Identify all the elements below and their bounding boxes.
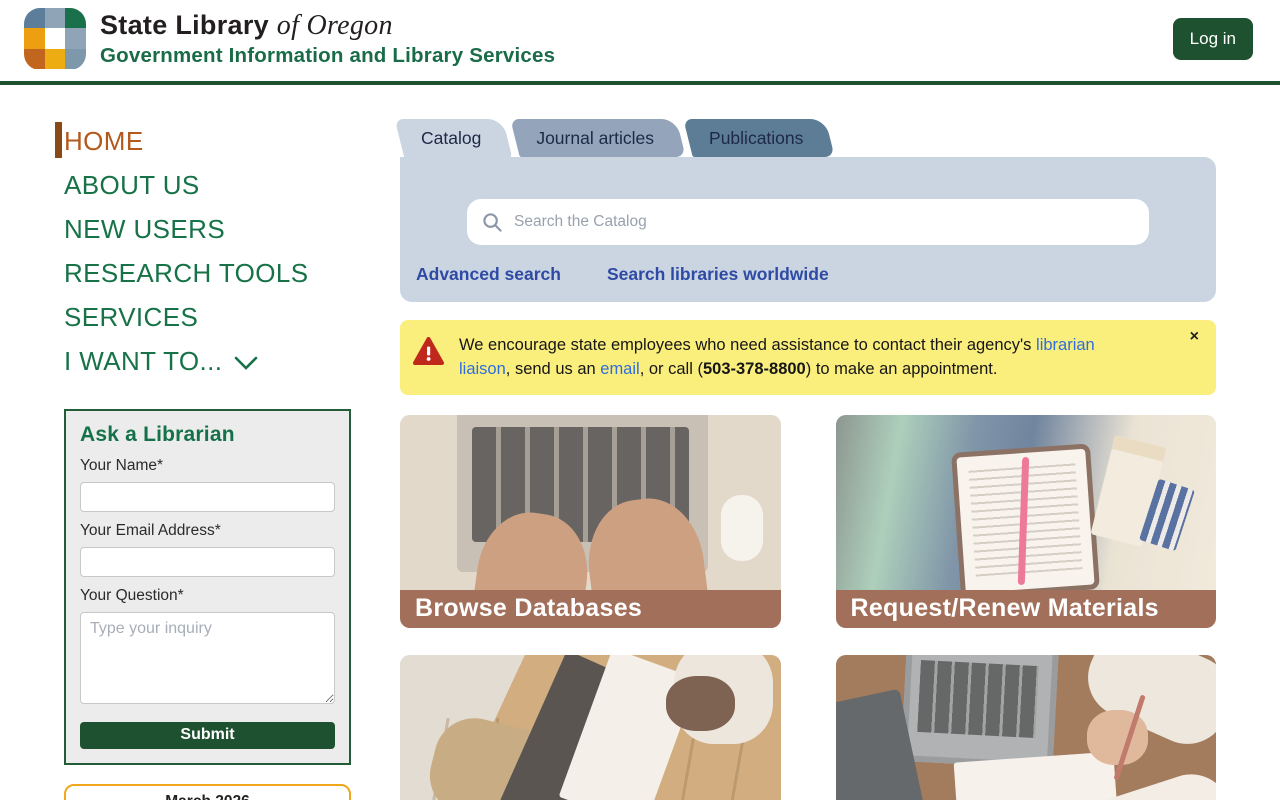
main-content: Catalog Journal articles Publications Ad… [400, 119, 1216, 800]
login-button[interactable]: Log in [1172, 17, 1253, 60]
alert-banner: We encourage state employees who need as… [400, 320, 1216, 395]
email-label: Your Email Address* [80, 522, 221, 539]
tab-journal-articles[interactable]: Journal articles [515, 119, 681, 157]
state-library-logo-icon [24, 7, 86, 70]
email-link[interactable]: email [600, 360, 639, 378]
calendar-header: « March 2026 » [66, 786, 349, 800]
quick-link-cards: Browse Databases Request/Renew Materials [400, 414, 1216, 800]
sidebar: HOME ABOUT US NEW USERS RESEARCH TOOLS S… [55, 119, 351, 800]
search-panel: Advanced search Search libraries worldwi… [400, 157, 1216, 302]
calendar-next-icon[interactable]: » [327, 794, 335, 800]
search-tabs: Catalog Journal articles Publications [400, 119, 1216, 157]
nav-item-home[interactable]: HOME [55, 119, 351, 163]
advanced-search-link[interactable]: Advanced search [416, 264, 561, 285]
name-field[interactable] [80, 482, 335, 512]
logo-subtitle: Government Information and Library Servi… [100, 43, 556, 67]
calendar-month-label: March 2026 [165, 793, 249, 800]
phone-number: 503-378-8800 [702, 360, 806, 379]
search-box [467, 199, 1149, 245]
card-caption: Browse Databases [400, 589, 781, 628]
nav-item-about-us[interactable]: ABOUT US [64, 163, 351, 207]
card-caption: Request/Renew Materials [835, 589, 1216, 628]
logo-text: State Library of Oregon Government Infor… [100, 10, 555, 68]
email-field[interactable] [80, 547, 335, 577]
logo-title: State Library of Oregon [100, 9, 393, 41]
search-input[interactable] [514, 213, 1134, 231]
search-icon [483, 212, 502, 232]
tab-publications[interactable]: Publications [688, 119, 830, 157]
card-photo-4[interactable] [835, 654, 1216, 800]
nav-item-i-want-to[interactable]: I WANT TO... [64, 339, 351, 383]
close-icon[interactable]: × [1190, 329, 1199, 345]
tab-catalog[interactable]: Catalog [400, 119, 508, 157]
search-worldwide-link[interactable]: Search libraries worldwide [607, 264, 829, 285]
alert-text: We encourage state employees who need as… [459, 336, 1095, 379]
ask-form-title: Ask a Librarian [80, 423, 235, 446]
card-photo-3[interactable] [400, 654, 781, 800]
nav-item-research-tools[interactable]: RESEARCH TOOLS [64, 251, 351, 295]
warning-icon [413, 337, 444, 365]
nav-item-services[interactable]: SERVICES [64, 295, 351, 339]
search-links: Advanced search Search libraries worldwi… [416, 264, 829, 285]
card-request-renew-materials[interactable]: Request/Renew Materials [835, 414, 1216, 628]
site-logo: State Library of Oregon Government Infor… [24, 7, 555, 70]
desk-meeting-photo [835, 654, 1216, 800]
nav-item-new-users[interactable]: NEW USERS [64, 207, 351, 251]
question-label: Your Question* [80, 587, 184, 604]
events-calendar: « March 2026 » M T W T F 2 [64, 784, 351, 800]
submit-button[interactable]: Submit [80, 722, 335, 749]
site-header: State Library of Oregon Government Infor… [0, 0, 1280, 85]
name-label: Your Name* [80, 457, 164, 474]
calendar-prev-icon[interactable]: « [80, 794, 88, 800]
chevron-down-icon [235, 356, 258, 370]
ask-a-librarian-form: Ask a Librarian Your Name* Your Email Ad… [64, 409, 351, 765]
main-nav: HOME ABOUT US NEW USERS RESEARCH TOOLS S… [55, 119, 351, 383]
magazine-reading-photo [400, 654, 781, 800]
logo-title-italic: of Oregon [276, 9, 393, 41]
question-field[interactable] [80, 612, 335, 704]
card-browse-databases[interactable]: Browse Databases [400, 414, 781, 628]
